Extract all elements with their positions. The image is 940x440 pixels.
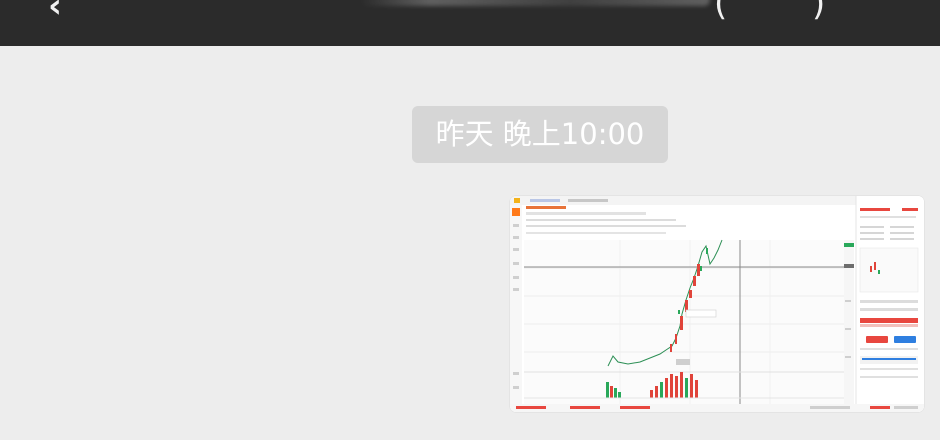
image-message-bubble[interactable] <box>510 196 924 412</box>
message-timestamp: 昨天 晚上10:00 <box>412 106 668 163</box>
chat-title-blurred <box>360 0 710 6</box>
chat-title-close-paren: ) <box>812 0 826 24</box>
trading-chart-thumbnail <box>510 196 924 412</box>
back-button[interactable]: ‹ <box>48 0 62 26</box>
chat-header: ‹ ( ) <box>0 0 940 46</box>
chat-title-open-paren: ( <box>714 0 728 24</box>
